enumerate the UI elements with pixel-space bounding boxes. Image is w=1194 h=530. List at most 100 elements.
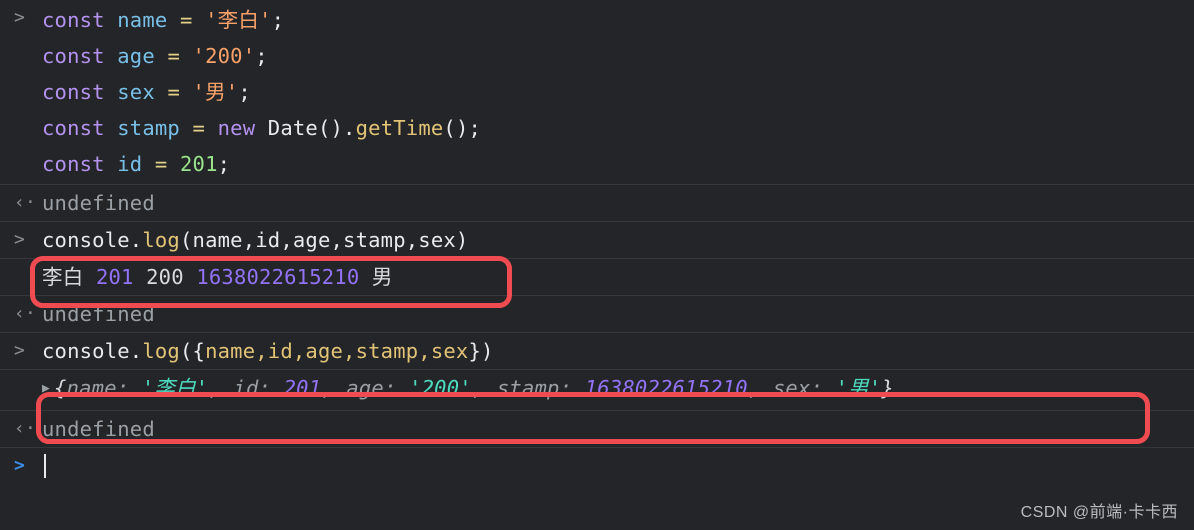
code-token: : [559,376,585,400]
code-token: const [42,152,105,176]
code-token: age [117,44,155,68]
text-cursor [44,454,46,478]
code-token: stamp [117,116,180,140]
console-row-content: undefined [40,411,1194,447]
code-token: const [42,44,105,68]
console-row-content: 李白 201 200 1638022615210 男 [40,259,1194,295]
code-token: stamp [496,376,560,400]
code-token: age [346,376,384,400]
expand-triangle-icon[interactable]: ▶ [42,371,50,407]
console-row-content: console.log({name,id,age,stamp,sex}) [40,333,1194,369]
code-token: : [383,376,410,400]
code-token: const [42,8,105,32]
console-row-content: const name = '李白'; const age = '200'; cons… [40,0,1194,184]
csdn-watermark: CSDN @前端·卡卡西 [1020,504,1178,521]
code-token: ; [255,44,268,68]
console-row-input-block[interactable]: > const name = '李白'; const age = '200'; con… [0,0,1194,184]
code-token: id [117,152,143,176]
console-row-result: ‹· undefined [0,410,1194,447]
console-row-input[interactable]: > console.log({name,id,age,stamp,sex}) [0,332,1194,369]
console-row-content: console.log(name,id,age,stamp,sex) [40,222,1194,258]
code-token: { [54,376,67,400]
code-token: = [167,80,180,104]
code-token: '李白' [205,8,272,32]
result-arrow-icon: ‹· [14,303,37,324]
code-token: ; [217,152,231,176]
console-row-list: > const name = '李白'; const age = '200'; con… [0,0,1194,484]
console-row-content: ▶ {name: '李白', id: 201, age: '200', stamp… [40,370,1194,410]
console-row-output: 李白 201 200 1638022615210 男 [0,258,1194,295]
code-token: '李白' [141,376,209,400]
code-token: = [154,152,168,176]
prompt-chevron-icon: > [14,340,26,361]
console-row-output-object: ▶ {name: '李白', id: 201, age: '200', stamp… [0,369,1194,410]
code-token: ) [481,339,494,363]
code-token: ; [271,8,285,32]
code-token: , [208,376,234,400]
code-token: console. [42,228,143,252]
code-line: const age = '200'; [42,38,1194,74]
code-token: '男' [835,376,882,400]
code-token: 1638022615210 [196,265,360,289]
code-token: { [192,339,206,363]
result-arrow-icon: ‹· [14,418,37,439]
console-row-input[interactable]: > console.log(name,id,age,stamp,sex) [0,221,1194,258]
code-line: const id = 201; [42,146,1194,182]
code-token: const [42,116,105,140]
devtools-console-panel[interactable]: > const name = '李白'; const age = '200'; con… [0,0,1194,530]
code-line: const name = '李白'; [42,2,1194,38]
console-row-result: ‹· undefined [0,184,1194,221]
code-token: 201 [180,152,218,176]
code-token: 201 [283,376,322,400]
code-token: getTime [355,116,444,140]
code-token: ( [179,339,193,363]
code-token: 200 [146,265,184,289]
code-token: '200' [409,376,472,400]
code-token: name [117,8,168,32]
code-token: 李白 [42,265,84,289]
code-token: '男' [192,80,239,104]
code-token: log [142,339,180,363]
code-token: 1638022615210 [584,376,748,400]
result-value: undefined [42,191,155,215]
console-input-prompt[interactable]: > [0,447,1194,484]
code-token: } [881,376,894,400]
code-token: : [810,376,836,400]
result-value: undefined [42,302,155,326]
code-token: : [258,376,284,400]
code-token: sex [772,376,811,400]
code-token: } [468,339,482,363]
console-row-result: ‹· undefined [0,295,1194,332]
code-token: new [217,116,256,140]
code-token: (); [443,116,482,140]
console-row-content: undefined [40,185,1194,221]
code-token: (name,id,age,stamp,sex) [179,228,469,252]
console-row-content [40,448,1194,484]
code-token: : [116,376,142,400]
code-line: const stamp = new Date().getTime(); [42,110,1194,146]
console-row-content: undefined [40,296,1194,332]
code-token: , [321,376,347,400]
code-token: 男 [371,265,393,289]
code-line: const sex = '男'; [42,74,1194,110]
code-token: sex [117,80,155,104]
prompt-chevron-icon: > [14,229,26,250]
